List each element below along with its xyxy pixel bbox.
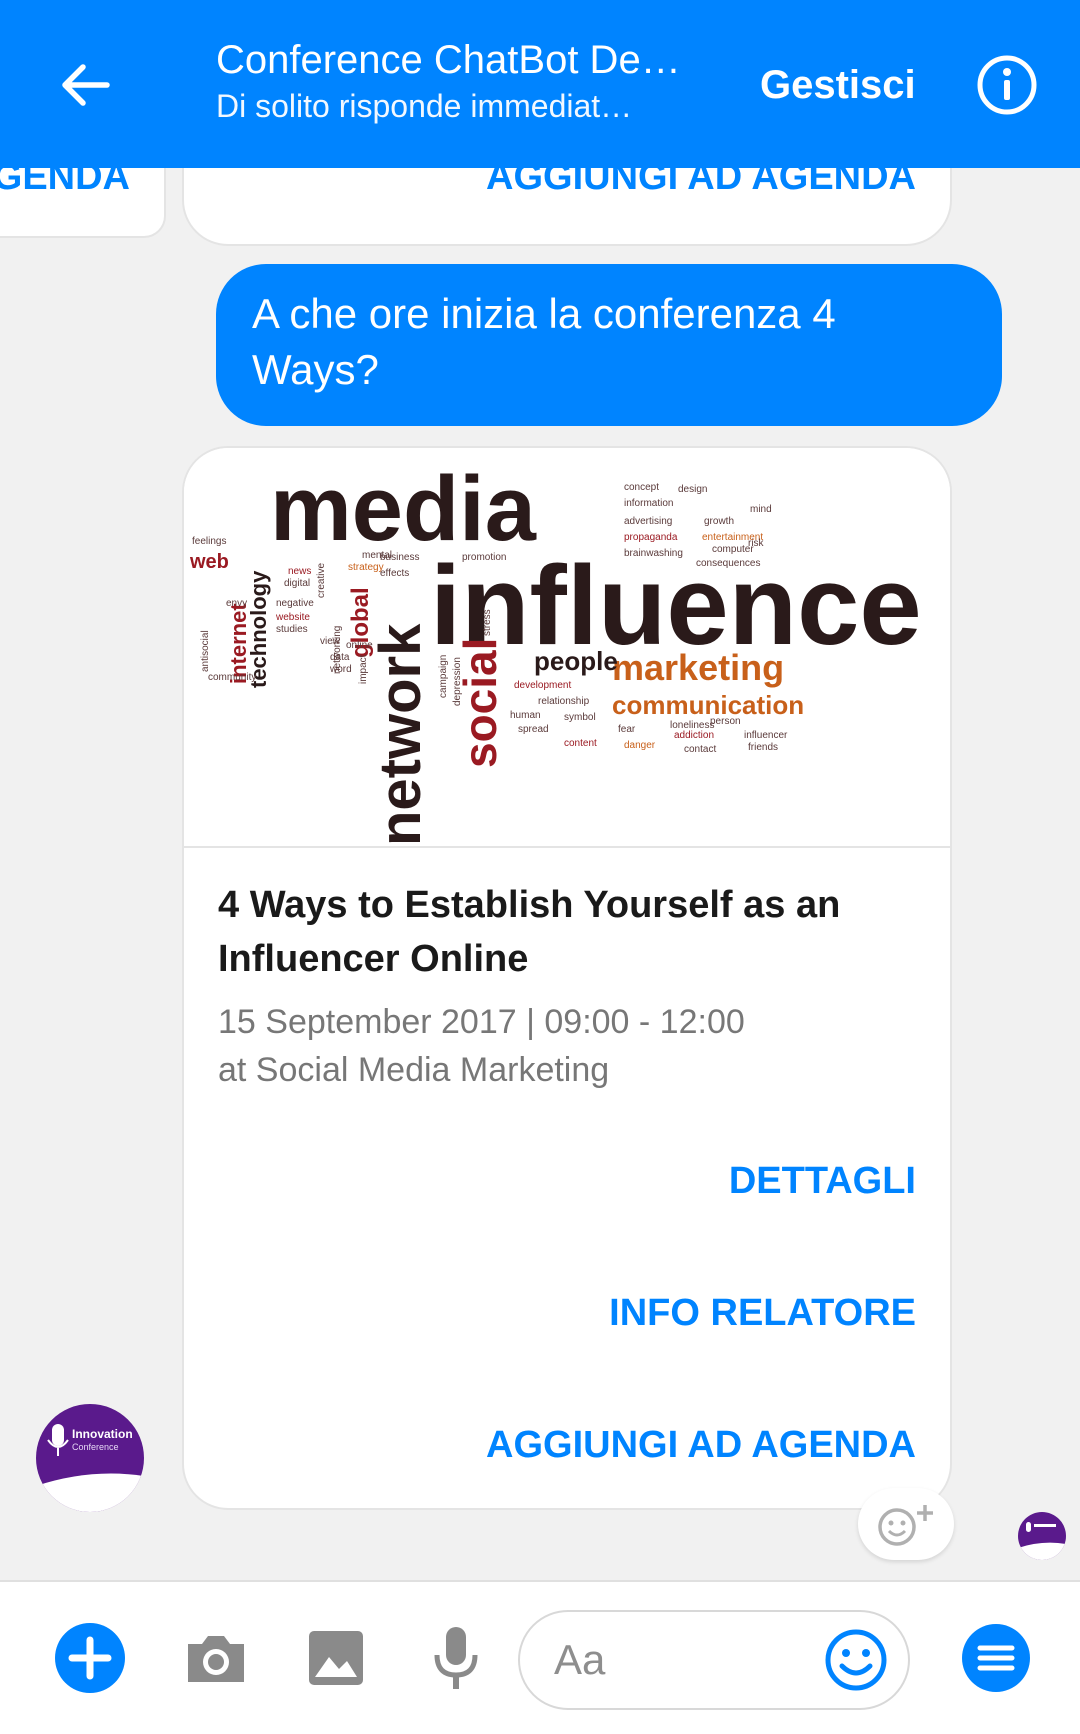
svg-text:relationship: relationship [538, 696, 590, 707]
svg-text:Innovation: Innovation [72, 1427, 133, 1441]
svg-text:brainwashing: brainwashing [624, 548, 683, 559]
svg-text:negative: negative [276, 598, 314, 609]
message-list[interactable]: GENDA AGGIUNGI AD AGENDA A che ore inizi… [0, 168, 1080, 1580]
svg-text:influencer: influencer [744, 730, 788, 741]
svg-text:envy: envy [226, 598, 247, 609]
event-card: media influence network social marketing… [182, 446, 952, 1510]
speaker-info-button[interactable]: INFO RELATORE [609, 1292, 916, 1335]
svg-text:symbol: symbol [564, 712, 596, 723]
svg-text:antisocial: antisocial [200, 630, 211, 672]
svg-text:web: web [189, 551, 229, 573]
event-location: at Social Media Marketing [218, 1051, 610, 1089]
event-title: 4 Ways to Establish Yourself as an Influ… [218, 884, 841, 980]
svg-text:Conference: Conference [72, 1442, 119, 1452]
back-button[interactable] [50, 50, 120, 120]
menu-button[interactable] [958, 1620, 1034, 1696]
svg-text:contact: contact [684, 744, 716, 755]
svg-text:design: design [678, 484, 707, 495]
emoji-button[interactable] [822, 1626, 890, 1694]
svg-text:studies: studies [276, 624, 308, 635]
conversation-title: Conference ChatBot De… [216, 38, 681, 82]
svg-text:concept: concept [624, 482, 659, 493]
svg-text:website: website [275, 612, 310, 623]
smiley-icon [825, 1629, 887, 1691]
gallery-button[interactable] [298, 1620, 374, 1696]
innovation-conference-logo-small [1018, 1512, 1066, 1560]
svg-text:people: people [534, 646, 618, 676]
message-input[interactable]: Aa [518, 1610, 910, 1710]
svg-text:spread: spread [518, 724, 549, 735]
svg-text:development: development [514, 680, 571, 691]
add-button[interactable] [52, 1620, 128, 1696]
svg-text:person: person [710, 716, 741, 727]
conversation-title-block[interactable]: Conference ChatBot De… Di solito rispond… [216, 36, 716, 128]
svg-text:promotion: promotion [462, 552, 506, 563]
image-icon [309, 1631, 363, 1685]
svg-text:stress: stress [482, 609, 493, 636]
svg-text:growth: growth [704, 516, 734, 527]
add-to-agenda-button-previous[interactable]: AGGIUNGI AD AGENDA [486, 168, 916, 199]
svg-text:propaganda: propaganda [624, 532, 678, 543]
svg-text:campaign: campaign [438, 655, 449, 698]
svg-text:friends: friends [748, 742, 778, 753]
svg-text:networking: networking [332, 626, 343, 674]
microphone-icon [434, 1627, 478, 1689]
voice-button[interactable] [418, 1620, 494, 1696]
svg-text:impact: impact [358, 654, 369, 684]
innovation-conference-logo: Innovation Conference [36, 1404, 144, 1512]
svg-text:effects: effects [380, 568, 409, 579]
plus-icon [55, 1623, 125, 1693]
svg-text:network: network [368, 623, 433, 846]
add-reaction-icon [878, 1505, 933, 1546]
manage-button[interactable]: Gestisci [760, 60, 916, 110]
chat-header: Conference ChatBot De… Di solito rispond… [0, 0, 1080, 168]
svg-text:information: information [624, 498, 673, 509]
word-cloud-image: media influence network social marketing… [189, 458, 922, 846]
svg-text:strategy: strategy [348, 562, 384, 573]
info-icon [977, 55, 1037, 115]
svg-text:online: online [346, 640, 373, 651]
arrow-left-icon [62, 64, 110, 106]
svg-text:feelings: feelings [192, 536, 226, 547]
svg-text:mental: mental [362, 550, 392, 561]
svg-text:communication: communication [612, 690, 804, 720]
svg-text:human: human [510, 710, 541, 721]
svg-text:news: news [288, 566, 311, 577]
conversation-status: Di solito risponde immediat… [216, 88, 633, 124]
outgoing-message[interactable]: A che ore inizia la conferenza 4 Ways? [216, 264, 1002, 426]
svg-text:mind: mind [750, 504, 772, 515]
svg-text:fear: fear [618, 724, 636, 735]
svg-text:community: community [208, 672, 256, 683]
add-to-agenda-button[interactable]: AGGIUNGI AD AGENDA [486, 1424, 916, 1467]
event-image[interactable]: media influence network social marketing… [184, 448, 950, 848]
event-date: 15 September 2017 | 09:00 - 12:00 [218, 1003, 745, 1041]
previous-event-card: AGGIUNGI AD AGENDA [182, 168, 952, 246]
svg-text:digital: digital [284, 578, 310, 589]
svg-text:risk: risk [748, 538, 765, 549]
camera-button[interactable] [178, 1620, 254, 1696]
svg-text:advertising: advertising [624, 516, 672, 527]
svg-text:depression: depression [452, 657, 463, 706]
camera-icon [188, 1636, 244, 1682]
add-to-agenda-button-previous[interactable]: GENDA [0, 168, 130, 199]
svg-text:consequences: consequences [696, 558, 761, 569]
previous-carousel-card: GENDA [0, 168, 166, 238]
svg-text:addiction: addiction [674, 730, 714, 741]
add-reaction-button[interactable] [858, 1488, 954, 1560]
svg-text:marketing: marketing [612, 647, 784, 688]
bot-avatar[interactable]: Innovation Conference [36, 1404, 144, 1512]
svg-text:content: content [564, 738, 597, 749]
menu-icon [962, 1624, 1030, 1692]
svg-text:loneliness: loneliness [670, 720, 714, 731]
svg-text:technology: technology [246, 570, 271, 688]
info-button[interactable] [976, 54, 1038, 116]
svg-text:creative: creative [316, 563, 327, 598]
read-receipt-avatar [1018, 1512, 1066, 1560]
svg-text:danger: danger [624, 740, 656, 751]
details-button[interactable]: DETTAGLI [729, 1160, 916, 1203]
composer-bar: Aa [0, 1580, 1080, 1734]
message-input-placeholder: Aa [554, 1636, 606, 1683]
